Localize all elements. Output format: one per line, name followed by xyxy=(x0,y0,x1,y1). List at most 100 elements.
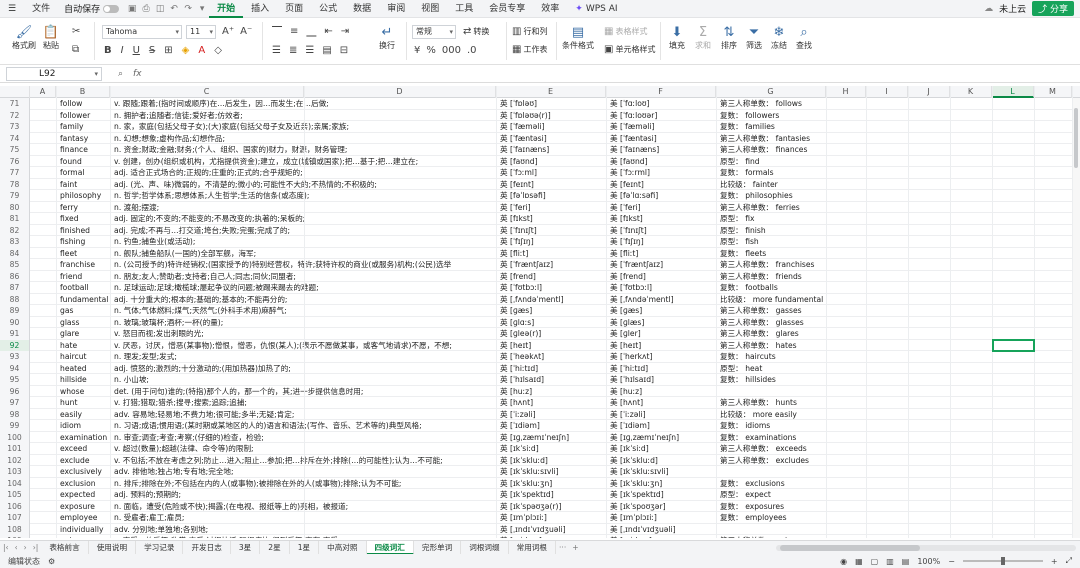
cell-word[interactable]: fixed xyxy=(56,213,110,225)
add-sheet-icon[interactable]: + xyxy=(569,543,581,552)
cell-def[interactable]: v. 厌恶，讨厌，憎恶(某事物);憎恨，憎恶，仇恨(某人);(表示不愿做某事，或… xyxy=(110,340,496,352)
normal-view-icon[interactable]: ▦ xyxy=(855,557,863,566)
cell-us[interactable]: 美 [ɪnˈdʒɔɪ] xyxy=(606,535,716,538)
align-middle-icon[interactable]: ≡ xyxy=(290,26,298,37)
cell-uk[interactable]: 英 [ɪkˈskluːsɪvli] xyxy=(496,466,606,478)
decimal-icon[interactable]: .0 xyxy=(467,45,477,56)
justify-icon[interactable]: ▤ xyxy=(322,45,331,56)
sheet-tab[interactable]: 1星 xyxy=(290,540,320,555)
cell-def[interactable]: adj. 固定的;不变的;不能变的;不易改变的;执著的;呆板的; xyxy=(110,213,496,225)
cell-uk[interactable]: 英 [ˈiːzəli] xyxy=(496,409,606,421)
filter-button[interactable]: ⏷ 筛选 xyxy=(745,24,763,51)
cell-word[interactable]: hillside xyxy=(56,374,110,386)
cloud-status[interactable]: 未上云 xyxy=(999,2,1026,15)
cell-form[interactable]: 比较级： more fundamental xyxy=(716,294,866,306)
row-number[interactable]: 105 xyxy=(0,489,30,501)
cond-format-button[interactable]: ▤ 条件格式 xyxy=(562,24,594,51)
italic-icon[interactable]: I xyxy=(121,45,124,56)
cell-uk[interactable]: 英 [ˌfʌndəˈmentl] xyxy=(496,294,606,306)
row-number[interactable]: 106 xyxy=(0,500,30,512)
ribbon-tab[interactable]: 插入 xyxy=(243,0,277,18)
cell-def[interactable]: adv. 排他地;独占地;专有地;完全地; xyxy=(110,466,496,478)
cell-us[interactable]: 美 [heɪt] xyxy=(606,340,716,352)
cell-uk[interactable]: 英 [fliːt] xyxy=(496,248,606,260)
cell-uk[interactable]: 英 [ɪkˈsiːd] xyxy=(496,443,606,455)
cell-uk[interactable]: 英 [ɡæs] xyxy=(496,305,606,317)
cell-us[interactable]: 美 [ɡæs] xyxy=(606,305,716,317)
sheet-grid[interactable]: 71 follow v. 跟随;跟着;(指时间或顺序)在…后发生，因…而发生;在…后… xyxy=(0,98,1080,538)
cell-us[interactable]: 美 [fəˈlɑːsəfi] xyxy=(606,190,716,202)
row-number[interactable]: 100 xyxy=(0,431,30,443)
column-header[interactable]: K xyxy=(950,86,992,98)
row-number[interactable]: 103 xyxy=(0,466,30,478)
cell-def[interactable]: v. 享受…的乐趣;欣赏;喜爱;过得快活;玩得痛快;得到乐趣;享有;享受; xyxy=(110,535,496,538)
sheet-tab[interactable]: 完形单词 xyxy=(414,540,462,555)
cell-us[interactable]: 美 [ɪɡˌzæmɪˈneɪʃn] xyxy=(606,432,716,444)
cell-style-button[interactable]: ▣ 单元格样式 xyxy=(604,44,655,55)
row-number[interactable]: 91 xyxy=(0,328,30,340)
selected-cell[interactable] xyxy=(992,338,1035,352)
cell-uk[interactable]: 英 [feɪnt] xyxy=(496,179,606,191)
cell-form[interactable]: 复数： idioms xyxy=(716,420,866,432)
cell-form[interactable]: 复数： formals xyxy=(716,167,866,179)
cell-form[interactable] xyxy=(716,386,866,398)
column-header[interactable]: M xyxy=(1034,86,1072,98)
row-number[interactable]: 101 xyxy=(0,443,30,455)
cell-us[interactable]: 美 [ˈfʊtbɔːl] xyxy=(606,282,716,294)
table-style-button[interactable]: ▦ 表格样式 xyxy=(604,26,647,37)
row-number[interactable]: 99 xyxy=(0,420,30,432)
percent-icon[interactable]: % xyxy=(426,45,436,56)
sheet-tab[interactable]: 使用说明 xyxy=(89,540,137,555)
ribbon-tab[interactable]: 效率 xyxy=(533,0,567,18)
cell-uk[interactable]: 英 [ɪkˈspəʊʒə(r)] xyxy=(496,501,606,513)
more-sheets-icon[interactable]: ··· xyxy=(556,543,569,552)
cell-word[interactable]: fundamental xyxy=(56,294,110,306)
cell-word[interactable]: exclusively xyxy=(56,466,110,478)
cell-form[interactable] xyxy=(716,524,866,536)
cell-uk[interactable]: 英 [ɪɡˌzæmɪˈneɪʃn] xyxy=(496,432,606,444)
cell-form[interactable]: 复数： followers xyxy=(716,110,866,122)
cell-uk[interactable]: 英 [ˈfræntʃaɪz] xyxy=(496,259,606,271)
cell-def[interactable]: adj. 完成;不再与…打交道;垮台;失败;完蛋;完成了的; xyxy=(110,225,496,237)
cell-us[interactable]: 美 [ˈiːzəli] xyxy=(606,409,716,421)
column-header[interactable]: E xyxy=(496,86,606,98)
cell-def[interactable]: adj. 愤怒的;激烈的;十分激动的;(用加热器)加热了的; xyxy=(110,363,496,375)
ribbon-tab[interactable]: 页面 xyxy=(277,0,311,18)
cell-us[interactable]: 美 [ˈfɪnɪʃt] xyxy=(606,225,716,237)
row-number[interactable]: 97 xyxy=(0,397,30,409)
cell-def[interactable]: v. 跟随;跟着;(指时间或顺序)在…后发生，因…而发生;在…后做; xyxy=(110,98,496,110)
cell-def[interactable]: n. 理发;发型;发式; xyxy=(110,351,496,363)
print-icon[interactable]: ⎙ xyxy=(139,4,153,14)
cell-form[interactable]: 比较级： fainter xyxy=(716,179,866,191)
cell-uk[interactable]: 英 [heɪt] xyxy=(496,340,606,352)
cell-us[interactable]: 美 [ˈfɪʃɪŋ] xyxy=(606,236,716,248)
cell-uk[interactable]: 英 [ˈhiːtɪd] xyxy=(496,363,606,375)
cell-form[interactable]: 第三人称单数： fantasies xyxy=(716,133,866,145)
cell-def[interactable]: n. 渡船;摆渡; xyxy=(110,202,496,214)
cell-us[interactable]: 美 [ˈfæntəsi] xyxy=(606,133,716,145)
cell-form[interactable]: 复数： exclusions xyxy=(716,478,866,490)
cell-form[interactable]: 复数： fleets xyxy=(716,248,866,260)
cell-word[interactable]: glare xyxy=(56,328,110,340)
row-number[interactable]: 77 xyxy=(0,167,30,179)
cell-us[interactable]: 美 [ˈfaɪnæns] xyxy=(606,144,716,156)
cell-us[interactable]: 美 [ɪkˈsiːd] xyxy=(606,443,716,455)
cell-us[interactable]: 美 [fliːt] xyxy=(606,248,716,260)
cell-form[interactable]: 第三人称单数： excludes xyxy=(716,455,866,467)
cell-word[interactable]: whose xyxy=(56,386,110,398)
cell-uk[interactable]: 英 [ɪmˈplɔɪiː] xyxy=(496,512,606,524)
column-header[interactable]: I xyxy=(866,86,908,98)
cell-us[interactable]: 美 [frend] xyxy=(606,271,716,283)
cell-form[interactable]: 复数： haircuts xyxy=(716,351,866,363)
cell-word[interactable]: exclusion xyxy=(56,478,110,490)
cell-form[interactable]: 原型： fix xyxy=(716,213,866,225)
chevron-down-icon[interactable]: ▾ xyxy=(195,4,209,14)
cell-us[interactable]: 美 [ˌfʌndəˈmentl] xyxy=(606,294,716,306)
cell-uk[interactable]: 英 [ˈfɔːml] xyxy=(496,167,606,179)
sheet-tab[interactable]: 学习记录 xyxy=(136,540,184,555)
cell-word[interactable]: hate xyxy=(56,340,110,352)
cell-form[interactable]: 第三人称单数： exceeds xyxy=(716,443,866,455)
cell-uk[interactable]: 英 [ɪkˈskluːʒn] xyxy=(496,478,606,490)
cell-word[interactable]: easily xyxy=(56,409,110,421)
cell-uk[interactable]: 英 [ˈfɒləʊ] xyxy=(496,98,606,110)
